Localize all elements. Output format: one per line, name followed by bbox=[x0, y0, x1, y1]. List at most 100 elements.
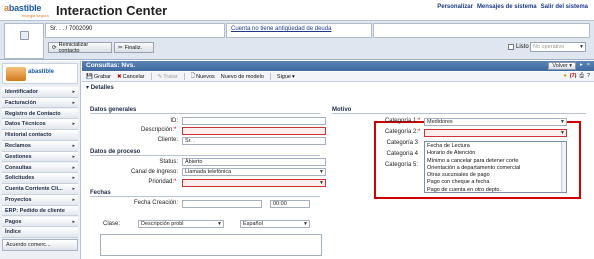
nav-item[interactable]: Reclamos ▸ bbox=[2, 141, 78, 152]
nav-item-label: Pagos bbox=[5, 218, 22, 225]
volver-button[interactable]: Volver ▾ bbox=[548, 62, 577, 70]
status-field[interactable]: Abierto bbox=[182, 158, 326, 166]
forward-icon[interactable]: ▸ bbox=[580, 62, 583, 70]
nav-item[interactable]: ERP: Pedido de cliente bbox=[2, 205, 78, 217]
reset-contact-label: Reinicializar contacto bbox=[58, 41, 89, 54]
finalize-button[interactable]: ✂ Finaliz. bbox=[114, 42, 154, 53]
close-icon[interactable]: × bbox=[587, 62, 590, 70]
panel-header-actions: Volver ▾ ▸ × bbox=[548, 62, 590, 70]
status-select[interactable]: No operativo ▼ bbox=[530, 42, 586, 52]
finalize-label: Finaliz. bbox=[124, 44, 143, 51]
system-messages-link[interactable]: Mensajes de sistema bbox=[477, 4, 537, 10]
nav-item[interactable]: Pagos ▸ bbox=[2, 216, 78, 228]
categoria4-label: Categoría 4 bbox=[386, 151, 418, 157]
clase-select[interactable]: Descripción probl ▼ bbox=[138, 220, 224, 228]
contact-field: Sr. . . / 7002090 bbox=[45, 23, 225, 38]
cancelar-button[interactable]: ✖ Cancelar bbox=[117, 74, 145, 80]
chevron-down-icon: ▼ bbox=[560, 130, 565, 136]
nav-item[interactable]: Facturación ▸ bbox=[2, 97, 78, 109]
hora-creacion-field[interactable]: 00:00 bbox=[270, 200, 310, 208]
nuevos-button[interactable]: 🗋 Nuevos bbox=[191, 72, 215, 81]
fechas-header: Fechas bbox=[90, 190, 320, 197]
required-marker: * bbox=[174, 179, 177, 185]
chevron-right-icon: ▸ bbox=[72, 164, 75, 171]
logout-link[interactable]: Salir del sistema bbox=[541, 4, 588, 10]
grabar-label: Grabar bbox=[93, 73, 111, 80]
clase-value: Descripción probl bbox=[141, 221, 184, 227]
nav-item[interactable]: Gestiones ▸ bbox=[2, 151, 78, 163]
contact-card[interactable] bbox=[4, 23, 44, 59]
nav-item-label: Identificador bbox=[5, 89, 39, 95]
chevron-right-icon: ▸ bbox=[72, 186, 75, 193]
text-area[interactable] bbox=[100, 234, 322, 256]
categoria1-label: Categoría 1: bbox=[384, 118, 418, 124]
refresh-icon: ⟳ bbox=[52, 44, 57, 51]
dropdown-option[interactable]: Otras sucursales de pago bbox=[427, 172, 564, 179]
listo-checkbox[interactable] bbox=[508, 44, 514, 50]
acuerdo-comercial-button[interactable]: Acuerdo comerc... bbox=[2, 239, 78, 251]
chevron-down-icon: ▼ bbox=[303, 221, 308, 227]
cancelar-label: Cancelar bbox=[122, 73, 145, 80]
dropdown-option[interactable]: Pago con cheque a fecha bbox=[427, 179, 564, 186]
detalles-section-header[interactable]: ▾ Detalles bbox=[86, 84, 114, 91]
app-title: Interaction Center bbox=[56, 3, 168, 18]
categoria1-select[interactable]: Medidores ▼ bbox=[424, 118, 567, 126]
nav-item[interactable]: Consultas ▸ bbox=[2, 162, 78, 174]
nav-item[interactable]: Datos Técnicos ▸ bbox=[2, 119, 78, 130]
dropdown-option[interactable]: Pago de cuenta en otro depto. bbox=[427, 187, 564, 194]
sigue-button[interactable]: Sigue ▾ bbox=[277, 74, 295, 80]
categoria3-label: Categoría 3 bbox=[386, 140, 418, 146]
alerts-count[interactable]: (7) bbox=[570, 73, 577, 80]
chevron-down-icon: ▼ bbox=[217, 221, 222, 227]
cancel-icon: ✖ bbox=[116, 73, 122, 80]
tratar-button[interactable]: ✎ Tratar bbox=[158, 74, 178, 80]
brand-logo: abastible energia segura bbox=[4, 3, 52, 18]
cliente-field[interactable]: Sr. . bbox=[182, 137, 326, 145]
nav-item[interactable]: Proyectos ▸ bbox=[2, 195, 78, 206]
nav-logo: abastible bbox=[2, 63, 78, 84]
idioma-value: Español bbox=[243, 221, 263, 227]
categoria2-label: Categoría 2: bbox=[384, 129, 418, 135]
nav-item[interactable]: Solicitudes ▸ bbox=[2, 173, 78, 184]
toolbar-divider bbox=[183, 73, 185, 80]
dropdown-option[interactable]: Horario de Atención bbox=[427, 150, 564, 157]
nav-item[interactable]: Índice bbox=[2, 227, 78, 238]
descripcion-field[interactable] bbox=[182, 127, 326, 135]
id-field[interactable] bbox=[182, 117, 326, 125]
idioma-select[interactable]: Español ▼ bbox=[240, 220, 310, 228]
help-icon[interactable]: ? bbox=[587, 73, 590, 80]
chevron-right-icon: ▸ bbox=[72, 153, 75, 160]
lightbulb-icon[interactable]: ● bbox=[563, 73, 566, 80]
dropdown-option[interactable]: Fecha de Lectura bbox=[427, 143, 564, 150]
print-icon[interactable]: ⎙ bbox=[580, 73, 584, 80]
personalizar-link[interactable]: Personalizar bbox=[437, 4, 473, 10]
flame-logo-icon bbox=[6, 67, 26, 81]
nav-item-label: Cuenta Corriente Cli... bbox=[5, 186, 63, 193]
logo-wordmark: abastible bbox=[4, 3, 42, 13]
grabar-button[interactable]: 💾 Grabar bbox=[86, 74, 111, 80]
debt-message-link[interactable]: Cuenta no tiene antigüedad de deuda bbox=[231, 26, 331, 32]
reset-contact-button[interactable]: ⟳ Reinicializar contacto bbox=[48, 41, 112, 54]
dropdown-option[interactable]: Orientación a departamento comercial bbox=[427, 165, 564, 172]
prioridad-field[interactable]: ▼ bbox=[182, 179, 326, 187]
categoria2-select[interactable]: ▼ bbox=[424, 129, 567, 137]
fecha-creacion-field[interactable] bbox=[182, 200, 262, 208]
nav-item-label: Índice bbox=[5, 229, 21, 236]
nav-item-label: Gestiones bbox=[5, 153, 32, 160]
chevron-right-icon: ▸ bbox=[72, 89, 75, 95]
nav-item[interactable]: Identificador ▸ bbox=[2, 87, 78, 98]
dropdown-option[interactable]: Mínimo a cancelar para detener corte bbox=[427, 158, 564, 165]
nav-item[interactable]: Registro de Contacto bbox=[2, 108, 78, 120]
listo-toggle[interactable]: Listo bbox=[508, 44, 529, 50]
new-document-icon: 🗋 bbox=[190, 73, 196, 79]
dropdown-scrollbar[interactable] bbox=[561, 142, 566, 192]
nav-item[interactable]: Cuenta Corriente Cli... ▸ bbox=[2, 184, 78, 195]
chevron-down-icon: ▼ bbox=[319, 169, 324, 175]
chevron-right-icon: ▸ bbox=[72, 175, 75, 182]
canal-field[interactable]: Llamada telefónica ▼ bbox=[182, 168, 326, 176]
nav-item[interactable]: Historial contacto bbox=[2, 130, 78, 141]
edit-icon: ✎ bbox=[157, 73, 163, 80]
nav-logo-label: abastible bbox=[28, 69, 55, 75]
nuevo-modelo-button[interactable]: Nuevo de modelo bbox=[221, 74, 264, 80]
main-panel: Consultas: Nvs. Volver ▾ ▸ × 💾 Grabar ✖ Ca… bbox=[82, 61, 594, 259]
